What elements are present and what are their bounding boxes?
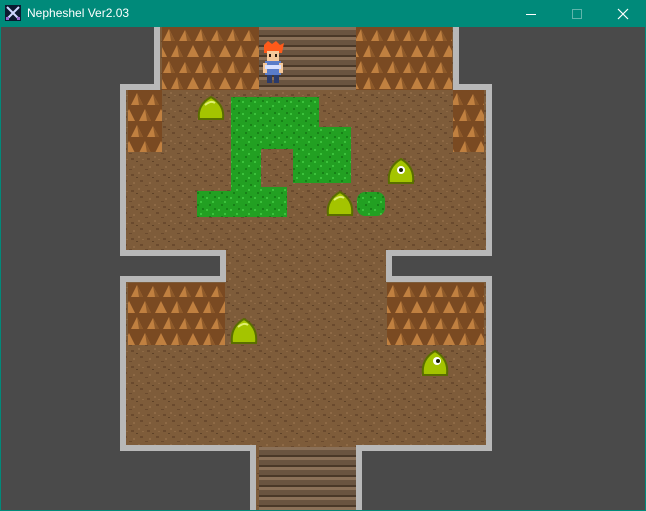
close-button[interactable] (600, 0, 646, 27)
minimize-button[interactable] (508, 0, 554, 27)
game-window: Nepheshel Ver2.03 (0, 0, 646, 511)
dungeon-map (120, 27, 492, 510)
crossed-swords-icon (5, 5, 21, 21)
stairs-down (259, 447, 356, 510)
window-title: Nepheshel Ver2.03 (27, 6, 130, 20)
title-bar[interactable]: Nepheshel Ver2.03 (0, 0, 646, 27)
close-icon (617, 8, 629, 20)
game-viewport[interactable] (1, 27, 645, 510)
maximize-icon (572, 9, 582, 19)
minimize-icon (526, 14, 536, 15)
maximize-button[interactable] (554, 0, 600, 27)
